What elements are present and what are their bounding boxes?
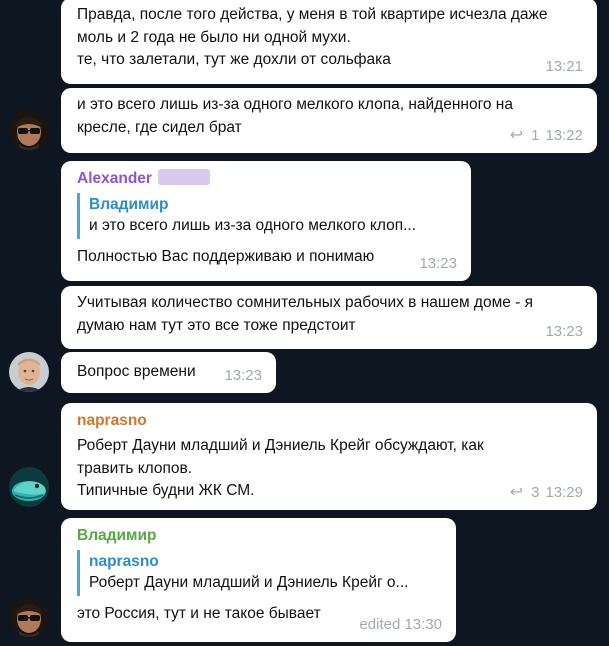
quote-text: Роберт Дауни младший и Дэниель Крейг о..… [89, 574, 409, 591]
reply-quote[interactable]: naprasno Роберт Дауни младший и Дэниель … [77, 550, 440, 596]
message-time: 13:23 [224, 367, 262, 384]
message-text: и это всего лишь из-за одного мелкого кл… [77, 96, 513, 136]
message-meta: ↩ 1 13:22 [510, 127, 583, 145]
avatar-naprasno[interactable] [9, 467, 49, 507]
avatar-photo-icon [9, 597, 49, 637]
avatar-photo-icon [9, 467, 49, 507]
message-meta: ↩ 3 13:29 [510, 484, 583, 502]
message-bubble[interactable]: Учитывая количество сомнительных рабочих… [61, 286, 597, 349]
quote-author: Владимир [89, 196, 169, 213]
reply-count[interactable]: 1 [531, 127, 539, 145]
message-bubble[interactable]: Вопрос времени 13:23 [61, 352, 276, 393]
avatar-photo-icon [9, 352, 49, 392]
message-text: Роберт Дауни младший и Дэниель Крейг обс… [77, 437, 484, 499]
reply-arrow-icon[interactable]: ↩ [510, 127, 523, 145]
sender-name[interactable]: naprasno [77, 411, 581, 431]
message-time: 13:23 [419, 255, 457, 272]
reply-quote[interactable]: Владимир и это всего лишь из-за одного м… [77, 193, 455, 239]
avatar-user[interactable] [9, 352, 49, 392]
message-meta: edited 13:30 [359, 616, 442, 634]
message-meta: 13:21 [545, 58, 583, 76]
message-text: Полностью Вас поддерживаю и понимаю [77, 248, 375, 265]
message-text: Правда, после того действа, у меня в той… [77, 6, 548, 68]
reply-count[interactable]: 3 [531, 484, 539, 502]
sender-name[interactable]: Alexander [77, 169, 455, 189]
blurred-name [157, 169, 210, 185]
message-meta: 13:23 [224, 367, 262, 385]
reply-arrow-icon[interactable]: ↩ [510, 484, 523, 502]
message-bubble[interactable]: naprasno Роберт Дауни младший и Дэниель … [61, 403, 597, 510]
message-time: 13:29 [545, 484, 583, 501]
avatar-vladimir[interactable] [9, 597, 49, 637]
quote-text: и это всего лишь из-за одного мелкого кл… [89, 217, 417, 234]
avatar-vladimir[interactable] [9, 110, 49, 150]
message-bubble[interactable]: Правда, после того действа, у меня в той… [61, 0, 597, 84]
message-time: 13:22 [545, 127, 583, 144]
message-bubble[interactable]: и это всего лишь из-за одного мелкого кл… [61, 88, 597, 153]
quote-author: naprasno [89, 553, 159, 570]
sender-name[interactable]: Владимир [77, 526, 440, 546]
message-time: 13:23 [545, 323, 583, 340]
sender-name-text: Alexander [77, 170, 152, 187]
message-meta: 13:23 [545, 323, 583, 341]
avatar-photo-icon [9, 110, 49, 150]
message-meta: 13:23 [419, 255, 457, 273]
message-time: edited 13:30 [359, 616, 442, 633]
message-time: 13:21 [545, 58, 583, 75]
message-bubble[interactable]: Владимир naprasno Роберт Дауни младший и… [61, 518, 456, 642]
message-text: Учитывая количество сомнительных рабочих… [77, 294, 534, 334]
message-bubble[interactable]: Alexander Владимир и это всего лишь из-з… [61, 161, 471, 281]
